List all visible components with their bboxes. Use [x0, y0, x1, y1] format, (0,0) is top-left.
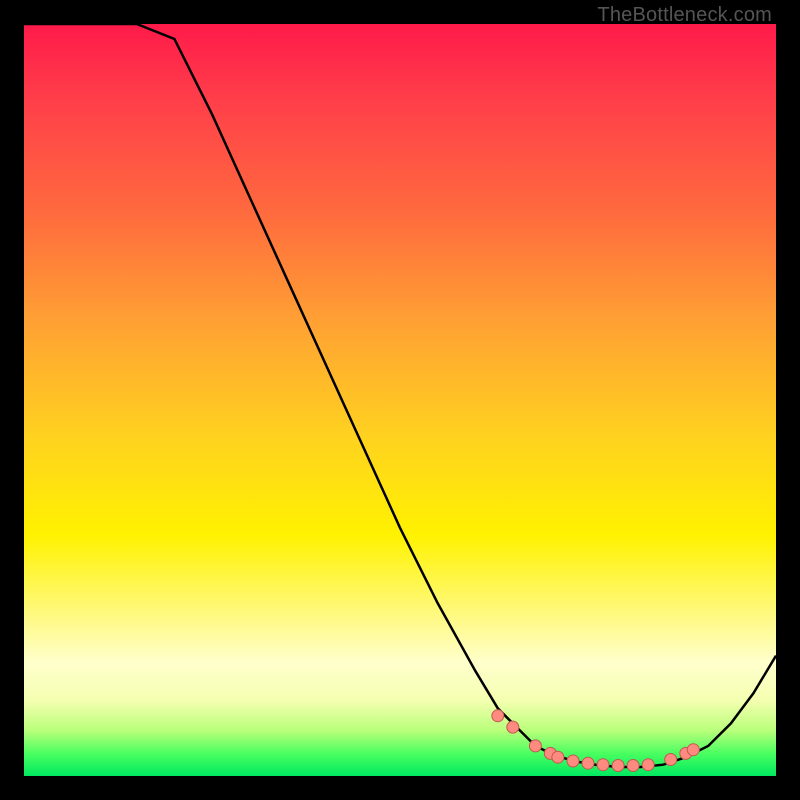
highlight-marker: [567, 755, 579, 767]
chart-svg: [24, 24, 776, 776]
highlight-marker: [642, 759, 654, 771]
chart-frame: TheBottleneck.com: [0, 0, 800, 800]
highlight-marker: [665, 754, 677, 766]
highlight-marker: [597, 759, 609, 771]
highlight-marker: [507, 721, 519, 733]
chart-plot-area: [24, 24, 776, 776]
highlight-marker: [687, 744, 699, 756]
highlight-marker: [612, 760, 624, 772]
bottleneck-curve: [24, 24, 776, 767]
watermark-text: TheBottleneck.com: [597, 4, 772, 27]
highlight-marker: [582, 757, 594, 769]
highlight-marker: [529, 740, 541, 752]
highlight-marker: [552, 751, 564, 763]
highlight-marker: [627, 760, 639, 772]
highlight-marker: [492, 710, 504, 722]
marker-group: [492, 710, 700, 772]
